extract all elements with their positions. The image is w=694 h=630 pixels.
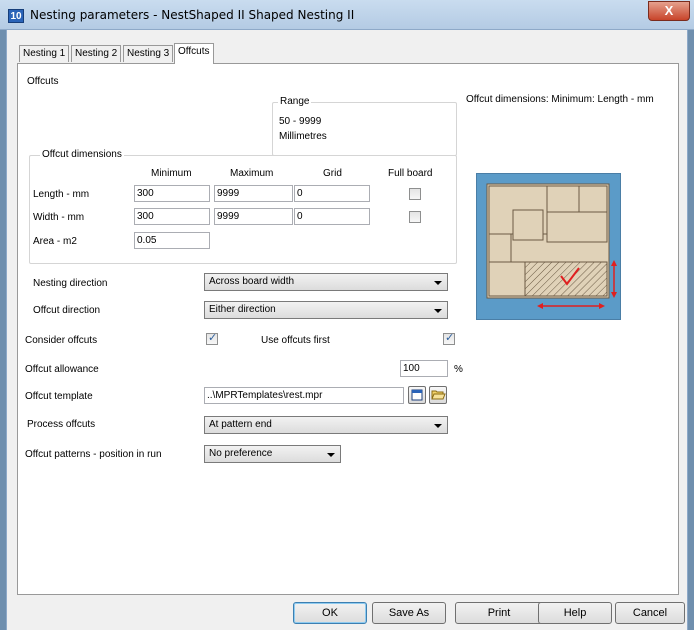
width-full-board-checkbox[interactable] — [409, 211, 421, 223]
header-minimum: Minimum — [151, 168, 192, 179]
offcut-allowance-label: Offcut allowance — [25, 364, 99, 375]
tab-nesting-1[interactable]: Nesting 1 — [19, 45, 70, 62]
offcuts-panel: Offcuts Range 50 - 9999 Millimetres Offc… — [17, 63, 679, 595]
consider-offcuts-checkbox[interactable] — [206, 331, 218, 345]
folder-open-icon — [431, 390, 446, 400]
area-input[interactable] — [134, 232, 210, 249]
board-diagram — [486, 183, 617, 309]
use-offcuts-first-label: Use offcuts first — [261, 335, 330, 346]
consider-offcuts-label: Consider offcuts — [25, 335, 98, 346]
length-maximum-input[interactable] — [214, 185, 293, 202]
length-grid-input[interactable] — [294, 185, 370, 202]
length-minimum-input[interactable] — [134, 185, 210, 202]
help-button[interactable]: Help — [538, 602, 612, 624]
tab-nesting-3[interactable]: Nesting 3 — [123, 45, 174, 62]
offcut-direction-value: Either direction — [209, 304, 276, 315]
section-heading: Offcuts — [27, 76, 59, 87]
list-icon — [411, 389, 423, 401]
area-label: Area - m2 — [33, 236, 77, 247]
tab-nesting-2[interactable]: Nesting 2 — [71, 45, 122, 62]
header-full-board: Full board — [388, 168, 433, 179]
chevron-down-icon — [434, 424, 442, 428]
length-label: Length - mm — [33, 189, 90, 200]
nesting-direction-select[interactable]: Across board width — [204, 273, 448, 291]
save-as-button[interactable]: Save As — [372, 602, 446, 624]
dialog-body: Nesting 1 Nesting 2 Nesting 3 Offcuts Of… — [6, 30, 688, 630]
nesting-direction-label: Nesting direction — [33, 278, 108, 289]
template-list-button[interactable] — [408, 386, 426, 404]
range-values: 50 - 9999 — [279, 116, 322, 127]
offcut-patterns-value: No preference — [209, 448, 273, 459]
offcut-allowance-input[interactable] — [400, 360, 448, 377]
process-offcuts-value: At pattern end — [209, 419, 272, 430]
offcut-dimension-info: Offcut dimensions: Minimum: Length - mm — [466, 94, 654, 105]
tab-offcuts[interactable]: Offcuts — [174, 43, 214, 64]
offcut-area — [524, 261, 608, 297]
cancel-button[interactable]: Cancel — [615, 602, 685, 624]
title-bar: 10 Nesting parameters - NestShaped II Sh… — [0, 0, 694, 30]
width-maximum-input[interactable] — [214, 208, 293, 225]
process-offcuts-label: Process offcuts — [27, 419, 96, 430]
width-minimum-input[interactable] — [134, 208, 210, 225]
ok-button[interactable]: OK — [293, 602, 367, 624]
offcut-preview-image — [476, 173, 621, 320]
app-icon: 10 — [8, 9, 24, 23]
percent-unit: % — [454, 364, 463, 375]
window-title: Nesting parameters - NestShaped II Shape… — [30, 8, 355, 22]
header-maximum: Maximum — [230, 168, 274, 179]
offcut-dimensions-group: Offcut dimensions Minimum Maximum Grid F… — [29, 149, 457, 264]
print-button[interactable]: Print — [455, 602, 543, 624]
range-group: Range 50 - 9999 Millimetres — [272, 96, 457, 156]
close-button[interactable]: X — [648, 1, 690, 21]
width-grid-input[interactable] — [294, 208, 370, 225]
nesting-direction-value: Across board width — [209, 276, 295, 287]
chevron-down-icon — [327, 453, 335, 457]
use-offcuts-first-checkbox[interactable] — [443, 331, 455, 345]
range-legend: Range — [278, 96, 312, 107]
offcut-direction-select[interactable]: Either direction — [204, 301, 448, 319]
offcut-patterns-label: Offcut patterns - position in run — [25, 449, 162, 460]
chevron-down-icon — [434, 309, 442, 313]
template-browse-button[interactable] — [429, 386, 447, 404]
chevron-down-icon — [434, 281, 442, 285]
offcut-template-label: Offcut template — [25, 391, 93, 402]
offcut-dimensions-legend: Offcut dimensions — [40, 149, 124, 160]
process-offcuts-select[interactable]: At pattern end — [204, 416, 448, 434]
range-units: Millimetres — [279, 131, 327, 142]
offcut-direction-label: Offcut direction — [33, 305, 101, 316]
offcut-template-input[interactable] — [204, 387, 404, 404]
offcut-patterns-select[interactable]: No preference — [204, 445, 341, 463]
length-full-board-checkbox[interactable] — [409, 188, 421, 200]
width-label: Width - mm — [33, 212, 85, 223]
header-grid: Grid — [323, 168, 342, 179]
